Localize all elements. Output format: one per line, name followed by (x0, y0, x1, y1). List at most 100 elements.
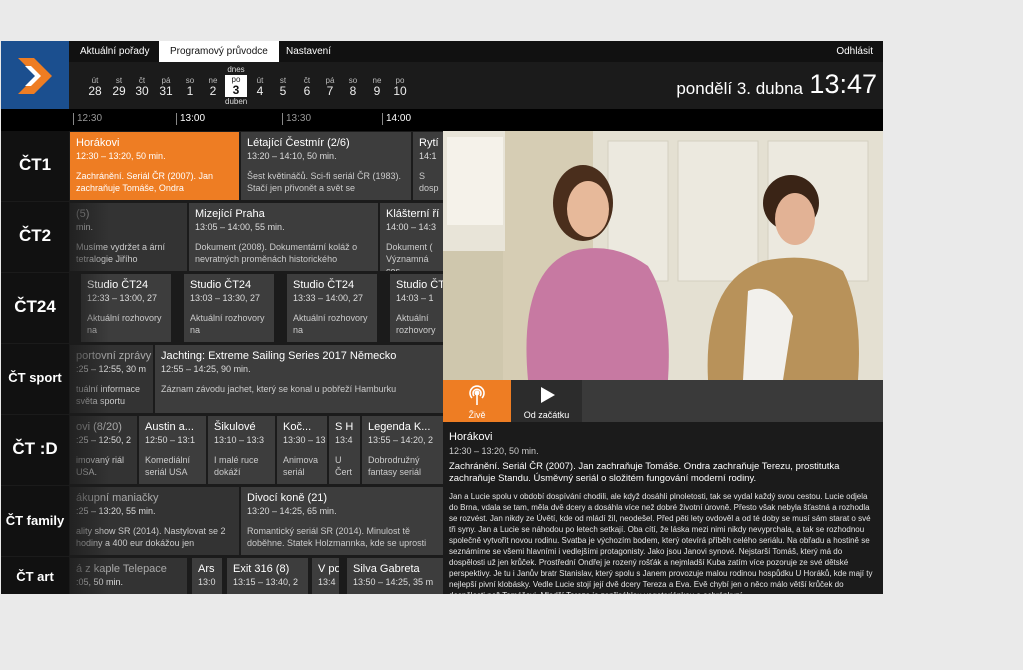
month-label: duben (225, 97, 248, 106)
date-item[interactable]: so 1 (179, 76, 201, 98)
tab-current-shows[interactable]: Aktuální pořady (69, 41, 161, 62)
program-tile[interactable]: Divocí koně (21) 13:20 – 14:25, 65 min. … (241, 487, 443, 555)
program-title: Horákovi (76, 137, 120, 149)
program-time: 12:50 – 13:1 (145, 435, 196, 445)
program-tile[interactable]: á z kaple Telepace :05, 50 min. (70, 558, 187, 594)
date-item[interactable]: pá 7 (319, 76, 341, 98)
app-window: Aktuální pořady Programový průvodce Nast… (1, 41, 883, 594)
program-tile[interactable]: Létající Čestmír (2/6) 13:20 – 14:10, 50… (241, 132, 411, 200)
program-title: Studio ČT24 (293, 279, 355, 291)
from-start-label: Od začátku (523, 410, 570, 420)
program-tile[interactable]: Ars 13:0 (192, 558, 222, 594)
program-time: 13:55 – 14:20, 2 (368, 435, 434, 445)
program-desc: Animova seriál (283, 455, 319, 477)
program-tile[interactable]: Klášterní ří 14:00 – 14:3 Dokument ( Výz… (380, 203, 443, 271)
program-tile[interactable]: Horákovi 12:30 – 13:20, 50 min. Zachráně… (70, 132, 239, 200)
date-item[interactable]: pá 31 (155, 76, 177, 98)
program-desc: ality show SR (2014). Nastylovat se 2 ho… (76, 526, 226, 548)
program-tile[interactable]: Studio ČT24 13:03 – 13:30, 27 Aktuální r… (184, 274, 274, 342)
date-item[interactable]: so 8 (342, 76, 364, 98)
program-desc: Aktuální rozhovory na (293, 313, 368, 335)
day-number: 5 (279, 84, 287, 98)
program-tile[interactable]: Silva Gabreta 13:50 – 14:25, 35 m (347, 558, 443, 594)
program-time: 12:30 – 13:20, 50 min. (76, 151, 166, 161)
program-time: 14:00 – 14:3 (386, 222, 437, 232)
program-desc: Aktuální rozhovory (396, 313, 436, 335)
program-tile[interactable]: Rytí 14:1 S dosp (413, 132, 443, 200)
channel-logo-ct1[interactable]: ČT1 (1, 131, 69, 201)
details-long-description: Jan a Lucie spolu v období dospívání cho… (449, 492, 873, 594)
program-time: :25 – 12:50, 2 (76, 435, 132, 445)
program-tile[interactable]: Jachting: Extreme Sailing Series 2017 Ně… (155, 345, 443, 413)
program-tile[interactable]: portovní zprávy :25 – 12:55, 30 m tuální… (70, 345, 153, 413)
date-item[interactable]: čt 6 (296, 76, 318, 98)
program-desc: Aktuální rozhovory na (87, 313, 162, 335)
timeline-tick: 14:00 (382, 113, 411, 125)
logout-link[interactable]: Odhlásit (836, 41, 873, 62)
channel-logo-ct24[interactable]: ČT24 (1, 273, 69, 343)
program-tile[interactable]: (5) min. Musíme vydržet a ární tetralogi… (70, 203, 187, 271)
channel-logo-ct2[interactable]: ČT2 (1, 202, 69, 272)
date-item[interactable]: st 29 (108, 76, 130, 98)
program-tile[interactable]: Koč... 13:30 – 13 Animova seriál (277, 416, 327, 484)
details-time: 12:30 – 13:20, 50 min. (449, 446, 539, 456)
from-start-button[interactable]: Od začátku (511, 380, 582, 422)
ct-logo[interactable] (1, 41, 69, 109)
current-date: pondělí 3. dubna (676, 79, 803, 98)
program-tile[interactable]: V po 13:4 (312, 558, 339, 594)
date-item[interactable]: ne 2 (202, 76, 224, 98)
channel-logo-ctsport[interactable]: ČT sport (1, 344, 69, 414)
details-short-description: Zachránění. Seriál ČR (2007). Jan zachra… (449, 461, 840, 484)
program-tile[interactable]: ovi (8/20) :25 – 12:50, 2 imovaný riál U… (70, 416, 137, 484)
tab-program-guide[interactable]: Programový průvodce (159, 41, 279, 62)
program-tile[interactable]: Exit 316 (8) 13:15 – 13:40, 2 (227, 558, 308, 594)
program-title: Mizející Praha (195, 208, 265, 220)
program-tile[interactable]: Legenda K... 13:55 – 14:20, 2 Dobrodružn… (362, 416, 443, 484)
day-number: 7 (326, 84, 334, 98)
program-time: 12:55 – 14:25, 90 min. (161, 364, 251, 374)
day-number: 28 (88, 84, 102, 98)
program-desc: Zachránění. Seriál ČR (2007). Jan zachra… (76, 171, 214, 193)
program-tile[interactable]: Šikulové 13:10 – 13:3 I malé ruce dokáží (208, 416, 275, 484)
tab-settings[interactable]: Nastavení (275, 41, 342, 62)
program-desc: Dobrodružný fantasy seriál (368, 455, 422, 477)
date-item[interactable]: ne 9 (366, 76, 388, 98)
date-item[interactable]: út 28 (84, 76, 106, 98)
program-title: ákupní maniačky (76, 492, 159, 504)
program-title: Ars (198, 563, 215, 575)
play-icon (540, 387, 555, 403)
program-time: 13:0 (198, 577, 216, 587)
program-tile[interactable]: Studio ČT 14:03 – 1 Aktuální rozhovory (390, 274, 443, 342)
program-time: 13:33 – 14:00, 27 (293, 293, 364, 303)
program-time: 13:10 – 13:3 (214, 435, 265, 445)
date-item[interactable]: po 10 (389, 76, 411, 98)
program-time: 13:30 – 13 (283, 435, 326, 445)
program-time: :25 – 13:20, 55 min. (76, 506, 156, 516)
channel-logo-ctart[interactable]: ČT art (1, 557, 69, 594)
date-item-today[interactable]: dnes po 3 duben (225, 65, 247, 107)
program-time: 13:20 – 14:25, 65 min. (247, 506, 337, 516)
channel-logo-ctd[interactable]: ČT :D (1, 415, 69, 485)
program-details: Horákovi 12:30 – 13:20, 50 min. Zachráně… (443, 422, 883, 594)
program-tile[interactable]: Mizející Praha 13:05 – 14:00, 55 min. Do… (189, 203, 378, 271)
day-number: 29 (112, 84, 126, 98)
program-tile[interactable]: Austin a... 12:50 – 13:1 Komediální seri… (139, 416, 206, 484)
program-title: á z kaple Telepace (76, 563, 167, 575)
program-desc: Záznam závodu jachet, který se konal u p… (161, 384, 397, 394)
channel-logo-ctfamily[interactable]: ČT family (1, 486, 69, 556)
day-number: 2 (209, 84, 217, 98)
details-title: Horákovi (449, 431, 493, 443)
today-label: dnes (227, 65, 245, 74)
program-tile[interactable]: Studio ČT24 12:33 – 13:00, 27 Aktuální r… (81, 274, 171, 342)
program-tile[interactable]: Studio ČT24 13:33 – 14:00, 27 Aktuální r… (287, 274, 377, 342)
video-player[interactable] (443, 131, 883, 380)
program-tile[interactable]: ákupní maniačky :25 – 13:20, 55 min. ali… (70, 487, 239, 555)
program-title: ovi (8/20) (76, 421, 122, 433)
top-navigation: Aktuální pořady Programový průvodce Nast… (69, 41, 883, 62)
date-item[interactable]: čt 30 (131, 76, 153, 98)
date-item[interactable]: út 4 (249, 76, 271, 98)
day-number: 6 (303, 84, 311, 98)
date-item[interactable]: st 5 (272, 76, 294, 98)
program-tile[interactable]: S H 13:4 U Čert (329, 416, 360, 484)
live-button[interactable]: Živě (443, 380, 511, 422)
